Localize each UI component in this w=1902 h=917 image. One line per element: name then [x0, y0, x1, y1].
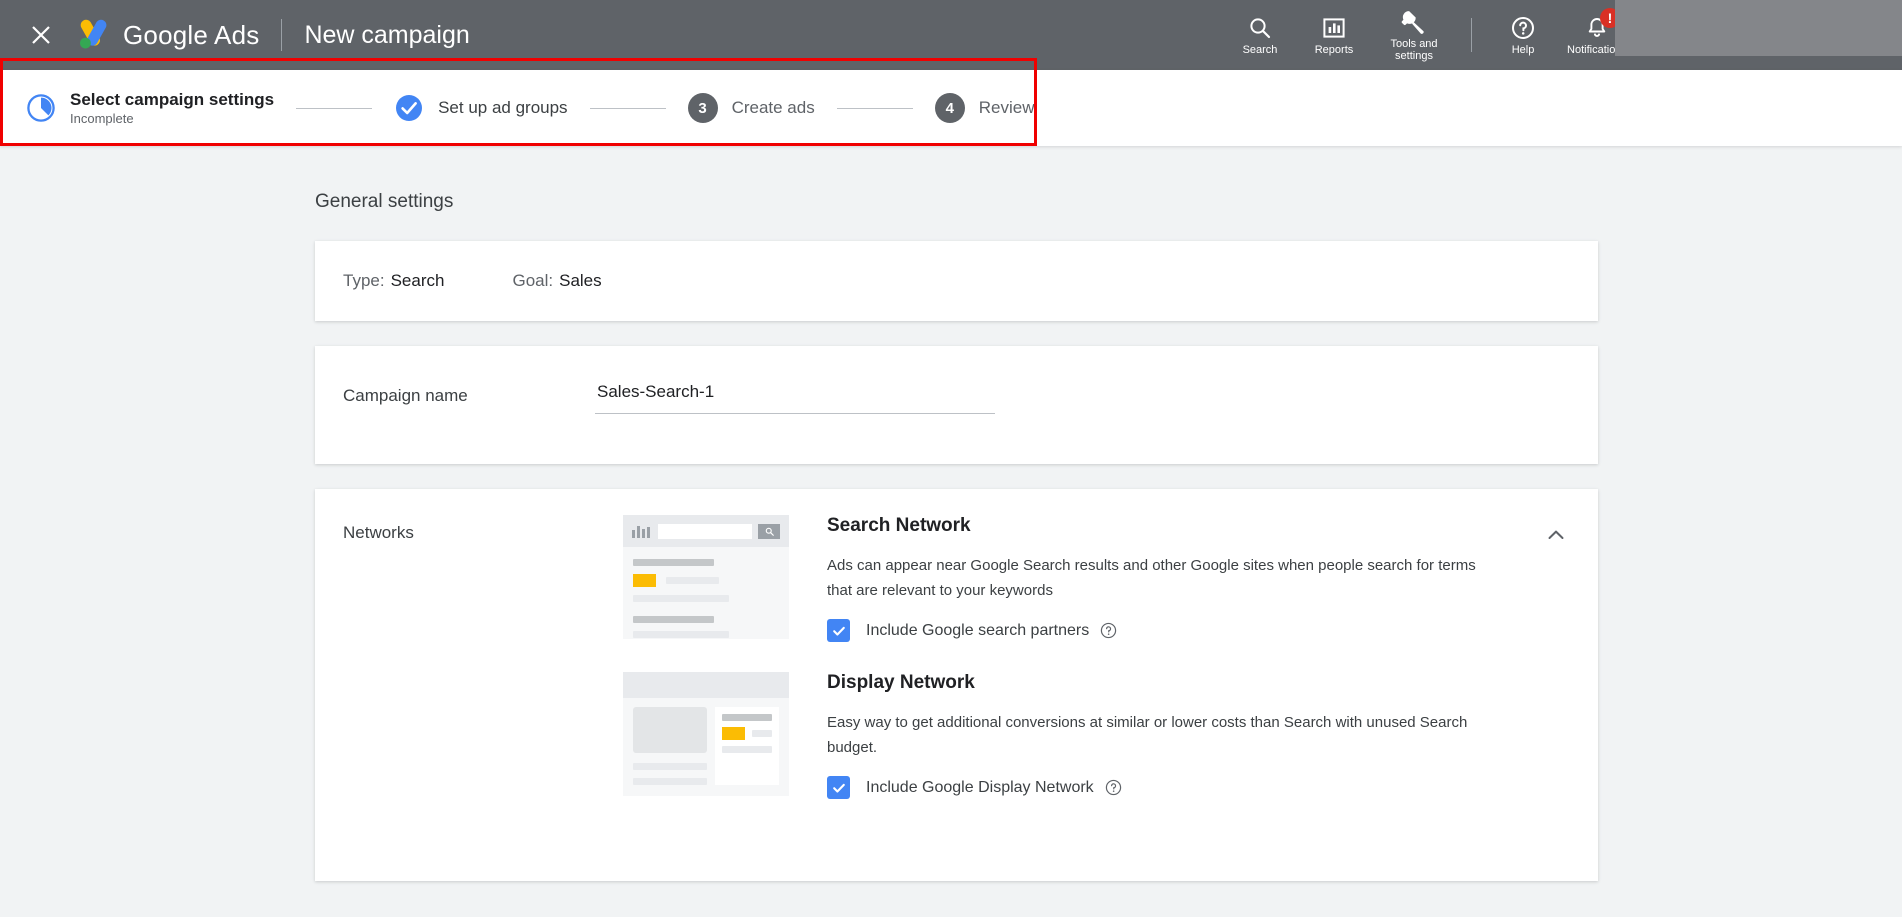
goal-label: Goal:: [512, 271, 554, 290]
display-network-checkbox[interactable]: [827, 776, 850, 799]
type-label: Type:: [343, 271, 385, 290]
section-title-general-settings: General settings: [315, 191, 454, 212]
reports-bar-chart-icon: [1322, 14, 1346, 40]
campaign-name-card: Campaign name: [315, 346, 1598, 464]
step-label-select-campaign-settings: Select campaign settings: [70, 90, 275, 109]
step-check-icon: [394, 93, 424, 123]
google-ads-logo: [76, 19, 110, 51]
step-select-campaign-settings[interactable]: Select campaign settings Incomplete: [26, 90, 274, 126]
step-create-ads[interactable]: 3 Create ads: [687, 93, 815, 123]
header-toolbar: Search Reports Tools and settings Help !…: [1223, 0, 1634, 70]
display-network-title: Display Network: [827, 672, 975, 693]
toolbar-item-reports[interactable]: Reports: [1297, 0, 1371, 70]
networks-card: Networks Search Network Ads can appear n…: [315, 489, 1598, 881]
step-connector: [296, 107, 373, 109]
thumb-search-button-icon: [758, 523, 780, 539]
toolbar-divider: [1471, 18, 1472, 52]
search-network-title: Search Network: [827, 515, 971, 536]
type-value: Search: [390, 271, 445, 290]
toolbar-label-reports: Reports: [1314, 44, 1354, 56]
brand-title: Google Ads: [123, 19, 260, 50]
wrench-icon: [1401, 8, 1427, 34]
display-network-description: Easy way to get additional conversions a…: [827, 714, 1468, 756]
search-network-thumbnail: [623, 515, 789, 642]
display-network-thumbnail: [623, 672, 789, 799]
step-connector: [836, 107, 913, 109]
toolbar-item-search[interactable]: Search: [1223, 0, 1297, 70]
step-progress-pie-icon: [26, 93, 56, 123]
thumb-ad-badge: [722, 727, 745, 740]
networks-label: Networks: [343, 523, 414, 542]
step-review[interactable]: 4 Review: [934, 93, 1035, 123]
step-number-3: 3: [687, 93, 718, 123]
step-label-create-ads: Create ads: [731, 98, 815, 117]
type-goal-card: Type: Search Goal: Sales: [315, 241, 1598, 321]
app-header: Google Ads New campaign Search Reports T…: [0, 0, 1902, 70]
thumb-logo-icon: [632, 525, 650, 538]
search-partners-help-icon[interactable]: [1100, 622, 1117, 639]
header-divider: [281, 19, 283, 51]
search-partners-label: Include Google search partners: [866, 621, 1090, 639]
step-sublabel-incomplete: Incomplete: [70, 111, 134, 126]
search-icon: [1248, 14, 1272, 40]
close-button[interactable]: [24, 18, 58, 52]
toolbar-item-tools-and-settings[interactable]: Tools and settings: [1371, 0, 1457, 70]
step-label-review: Review: [978, 98, 1035, 117]
step-label-set-up-ad-groups: Set up ad groups: [438, 98, 568, 117]
network-item-display: Display Network Easy way to get addition…: [623, 642, 1598, 799]
search-partners-checkbox[interactable]: [827, 619, 850, 642]
goal-value: Sales: [559, 271, 602, 290]
toolbar-label-tools-and-settings: Tools and settings: [1390, 38, 1438, 62]
check-icon: [832, 626, 845, 636]
campaign-stepper: Select campaign settings Incomplete Set …: [0, 70, 1902, 146]
thumb-ad-badge: [633, 574, 656, 587]
step-number-4: 4: [934, 93, 965, 123]
toolbar-label-help: Help: [1511, 44, 1535, 56]
page-title: New campaign: [304, 20, 470, 49]
check-icon: [832, 783, 845, 793]
step-set-up-ad-groups[interactable]: Set up ad groups: [394, 93, 568, 123]
help-circle-icon: [1511, 14, 1535, 40]
campaign-name-label: Campaign name: [343, 386, 468, 405]
toolbar-item-help[interactable]: Help: [1486, 0, 1560, 70]
campaign-name-input[interactable]: [595, 382, 995, 414]
main-content: General settings Type: Search Goal: Sale…: [0, 146, 1902, 881]
thumb-search-field: [658, 523, 752, 539]
toolbar-label-search: Search: [1242, 44, 1278, 56]
header-right-panel: [1615, 0, 1902, 56]
display-network-help-icon[interactable]: [1105, 779, 1122, 796]
step-connector: [589, 107, 666, 109]
search-network-description: Ads can appear near Google Search result…: [827, 557, 1476, 599]
display-network-label: Include Google Display Network: [866, 778, 1094, 796]
close-icon: [32, 26, 50, 44]
google-ads-logo-icon: [80, 19, 107, 49]
network-item-search: Search Network Ads can appear near Googl…: [623, 489, 1598, 642]
